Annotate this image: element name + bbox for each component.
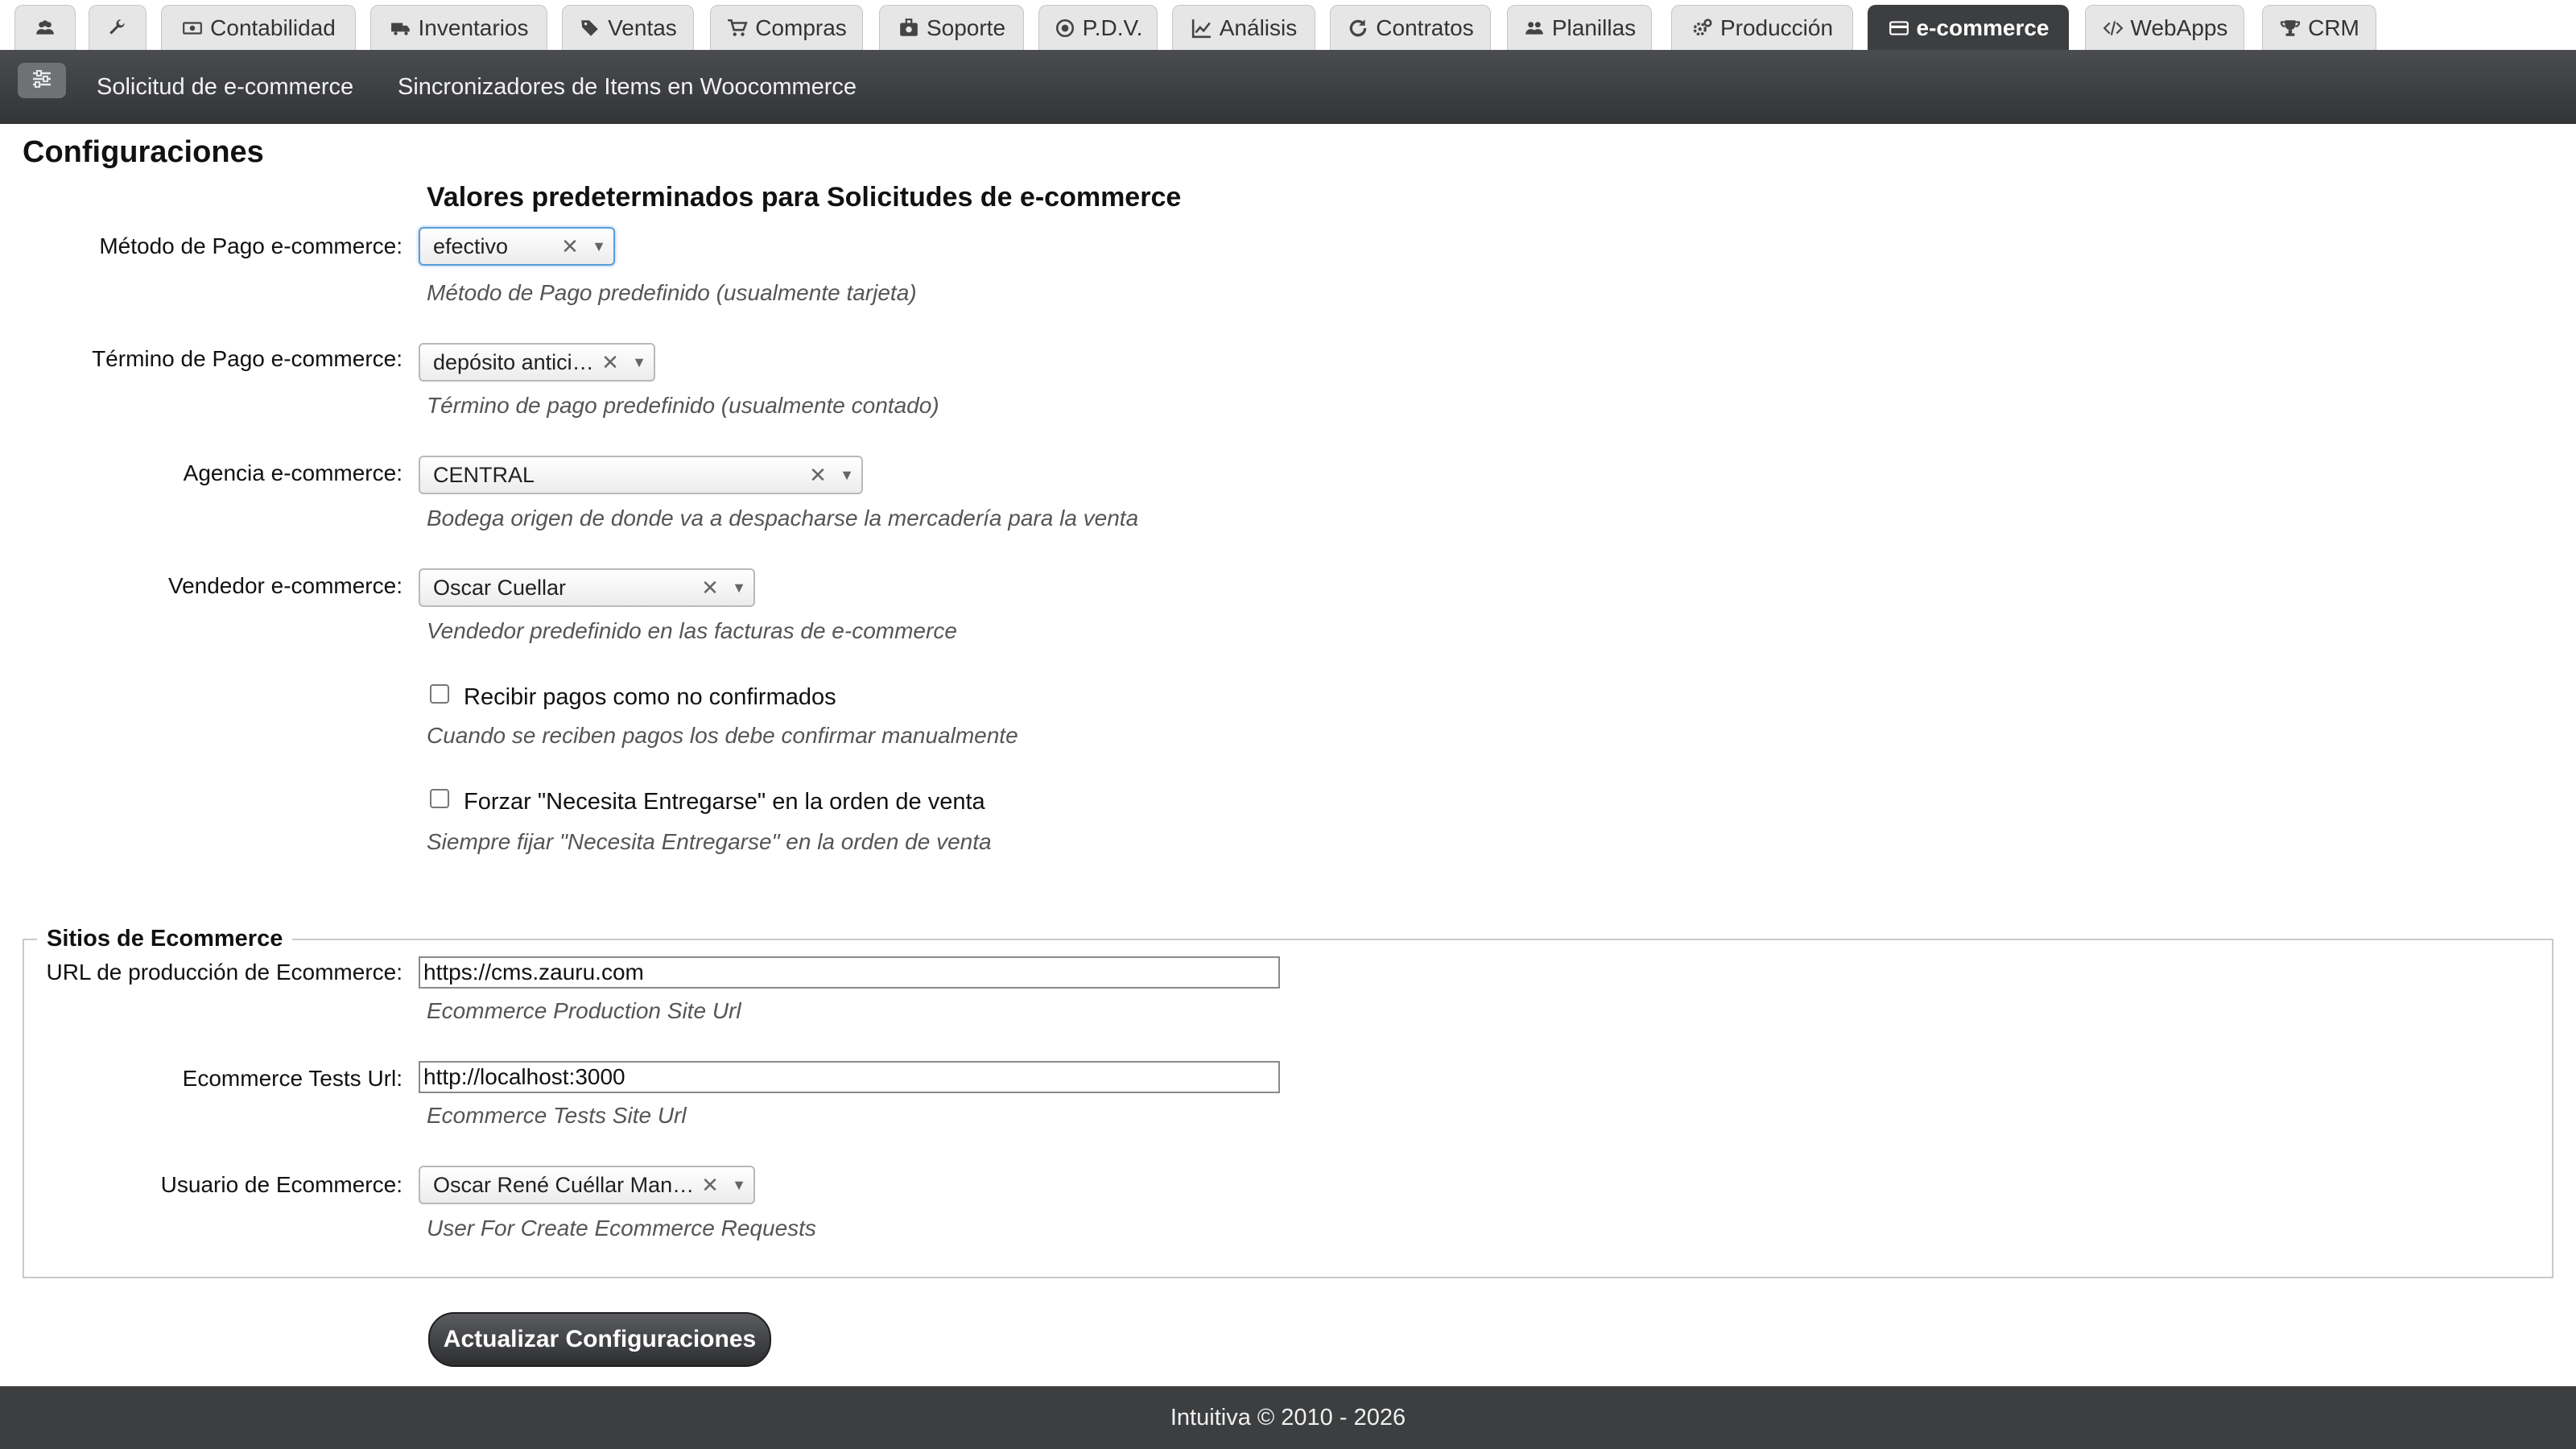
medkit-icon [898,17,920,39]
tab-soporte[interactable]: Soporte [879,5,1024,50]
payment-method-hint: Método de Pago predefinido (usualmente t… [427,280,917,305]
tab-label: WebApps [2130,14,2228,40]
tab-label: e-commerce [1916,14,2050,40]
chevron-down-icon[interactable]: ▼ [724,580,753,597]
tab-label: Soporte [926,14,1006,40]
tab-settings[interactable] [89,5,147,50]
main-module-tabs: Contabilidad Inventarios Ventas Compras … [0,0,2576,51]
seller-label: Vendedor e-commerce: [167,573,402,598]
tab-label: P.D.V. [1082,14,1143,40]
clear-icon[interactable]: ✕ [555,234,584,259]
chevron-down-icon[interactable]: ▼ [625,354,654,371]
force-delivery-checkbox[interactable] [430,789,449,808]
tab-compras[interactable]: Compras [710,5,863,50]
ecommerce-sites-legend: Sitios de Ecommerce [37,926,293,952]
agency-hint: Bodega origen de donde va a despacharse … [427,506,1139,530]
payment-term-label: Término de Pago e-commerce: [92,346,402,371]
ecommerce-user-label: Usuario de Ecommerce: [160,1172,402,1197]
ecommerce-sites-fieldset [23,939,2553,1278]
tab-label: Contabilidad [210,14,336,40]
code-icon [2102,17,2124,39]
tests-url-hint: Ecommerce Tests Site Url [427,1103,687,1128]
agency-value: CENTRAL [433,462,535,487]
sliders-icon [31,68,53,93]
target-icon [1054,17,1076,39]
tab-label: Producción [1719,14,1834,40]
tab-planillas[interactable]: Planillas [1507,5,1652,50]
payment-term-select[interactable]: depósito anticipado ✕ ▼ [419,343,655,382]
toggle-menu-button[interactable] [18,63,66,98]
tab-label: Compras [755,14,847,40]
seller-select[interactable]: Oscar Cuellar ✕ ▼ [419,568,755,607]
force-delivery-label[interactable]: Forzar "Necesita Entregarse" en la orden… [464,789,985,815]
seller-hint: Vendedor predefinido en las facturas de … [427,618,957,643]
wrench-icon [106,17,129,39]
clear-icon[interactable]: ✕ [696,1173,724,1198]
payment-method-label: Método de Pago e-commerce: [99,233,402,258]
users-icon [34,17,56,39]
footer-copyright: Intuitiva © 2010 - 2026 [1170,1404,1406,1430]
update-settings-button[interactable]: Actualizar Configuraciones [428,1312,771,1367]
chevron-down-icon[interactable]: ▼ [724,1177,753,1194]
tab-label: CRM [2308,14,2359,40]
chevron-down-icon[interactable]: ▼ [832,467,861,484]
tags-icon [579,17,601,39]
tab-contratos[interactable]: Contratos [1330,5,1491,50]
chevron-down-icon[interactable]: ▼ [584,238,613,255]
subnav-solicitud-ecommerce[interactable]: Solicitud de e-commerce [97,74,353,101]
force-delivery-hint: Siempre fijar "Necesita Entregarse" en l… [427,829,992,854]
tests-url-label: Ecommerce Tests Url: [182,1066,402,1091]
clear-icon[interactable]: ✕ [596,350,625,375]
tab-produccion[interactable]: Producción [1671,5,1853,50]
tab-analisis[interactable]: Análisis [1172,5,1315,50]
refresh-icon [1347,17,1369,39]
footer: Intuitiva © 2010 - 2026 [0,1386,2576,1449]
money-icon [181,17,204,39]
line-chart-icon [1191,17,1213,39]
payment-method-select[interactable]: efectivo ✕ ▼ [419,227,615,266]
tab-label: Inventarios [418,14,529,40]
subnav-sincronizadores-woocommerce[interactable]: Sincronizadores de Items en Woocommerce [398,74,857,101]
seller-value: Oscar Cuellar [433,575,567,600]
ecommerce-user-select[interactable]: Oscar René Cuéllar Mancilla ✕ ▼ [419,1166,755,1204]
tab-ecommerce[interactable]: e-commerce [1868,5,2069,50]
ecommerce-user-value: Oscar René Cuéllar Mancilla [433,1172,696,1197]
tests-url-input[interactable] [419,1061,1280,1093]
tab-pdv[interactable]: P.D.V. [1038,5,1158,50]
unconfirmed-payments-checkbox[interactable] [430,684,449,704]
truck-icon [390,17,412,39]
tab-label: Ventas [608,14,677,40]
payment-term-hint: Término de pago predefinido (usualmente … [427,393,939,418]
production-url-hint: Ecommerce Production Site Url [427,998,741,1023]
payment-method-value: efectivo [433,233,509,258]
tab-webapps[interactable]: WebApps [2085,5,2244,50]
tab-contabilidad[interactable]: Contabilidad [161,5,356,50]
production-url-label: URL de producción de Ecommerce: [46,960,402,985]
section-title: Valores predeterminados para Solicitudes… [427,182,1182,213]
ecommerce-user-hint: User For Create Ecommerce Requests [427,1216,816,1241]
clear-icon[interactable]: ✕ [803,463,832,488]
page-title: Configuraciones [23,135,264,169]
payment-term-value: depósito anticipado [433,349,596,374]
agency-select[interactable]: CENTRAL ✕ ▼ [419,456,863,494]
clear-icon[interactable]: ✕ [696,576,724,601]
tab-users[interactable] [14,5,76,50]
cogs-icon [1691,17,1714,39]
users-icon [1523,17,1546,39]
tab-label: Análisis [1219,14,1298,40]
agency-label: Agencia e-commerce: [183,460,402,485]
unconfirmed-payments-label[interactable]: Recibir pagos como no confirmados [464,684,836,711]
unconfirmed-payments-hint: Cuando se reciben pagos los debe confirm… [427,723,1018,748]
tab-ventas[interactable]: Ventas [562,5,694,50]
credit-card-icon [1888,17,1910,39]
tab-label: Contratos [1376,14,1474,40]
production-url-input[interactable] [419,956,1280,989]
tab-crm[interactable]: CRM [2262,5,2376,50]
tab-label: Planillas [1551,14,1637,40]
cart-icon [726,17,749,39]
ecommerce-subnav: Solicitud de e-commerce Sincronizadores … [0,50,2576,124]
tab-inventarios[interactable]: Inventarios [370,5,547,50]
trophy-icon [2279,17,2301,39]
